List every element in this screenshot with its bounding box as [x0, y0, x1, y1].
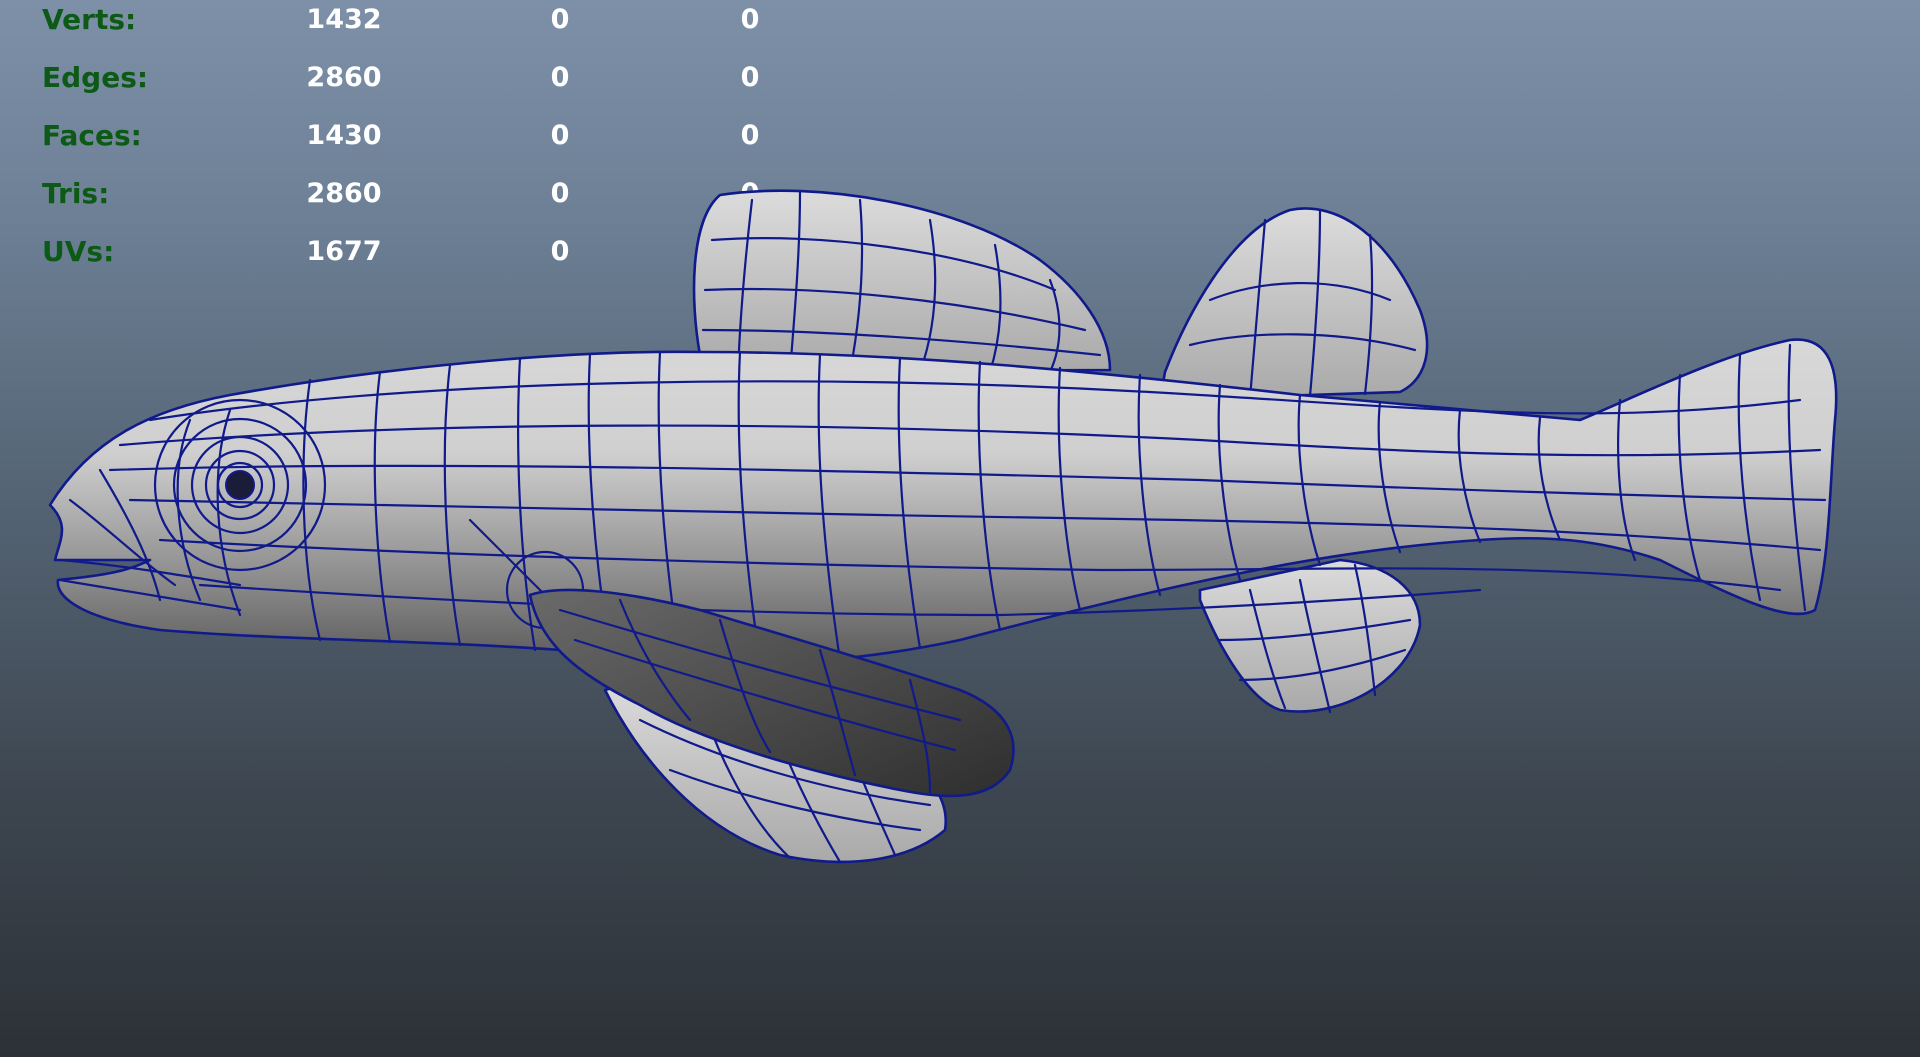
dorsal-fin-rear: [1158, 207, 1429, 402]
fish-wireframe-model[interactable]: [0, 0, 1920, 1057]
fish-body: [48, 338, 1838, 666]
dorsal-fin-front: [692, 189, 1112, 374]
3d-viewport[interactable]: Verts: 1432 0 0 Edges: 2860 0 0 Faces: 1…: [0, 0, 1920, 1057]
anal-fin: [1198, 558, 1422, 714]
